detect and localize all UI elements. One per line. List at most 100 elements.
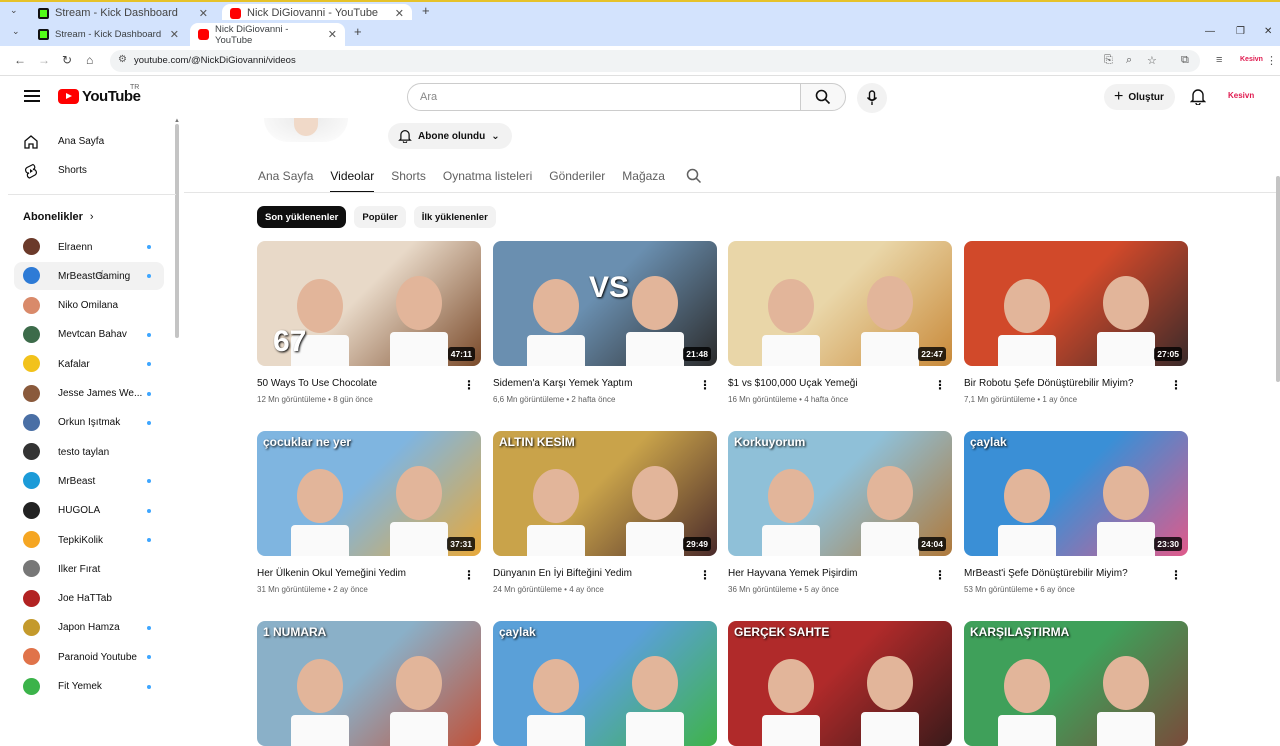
more-options-icon[interactable]: ⋮ [463, 379, 475, 391]
back-icon[interactable]: ← [14, 53, 26, 67]
video-thumbnail[interactable]: 1 NUMARA [257, 621, 481, 746]
notifications-bell-icon[interactable] [1190, 88, 1206, 105]
close-icon[interactable]: ✕ [199, 7, 208, 20]
page-scrollbar[interactable] [1276, 176, 1280, 382]
tab-posts[interactable]: Gönderiler [549, 168, 605, 193]
more-options-icon[interactable]: ⋮ [1170, 569, 1182, 581]
install-icon[interactable]: ⎘ [1104, 54, 1113, 67]
chip-latest[interactable]: Son yüklenenler [257, 206, 346, 228]
sidebar-subscription[interactable]: Fit Yemek [14, 673, 164, 701]
more-options-icon[interactable]: ⋮ [699, 379, 711, 391]
tab-playlists[interactable]: Oynatma listeleri [443, 168, 532, 193]
create-button[interactable]: + Oluştur [1104, 84, 1175, 110]
profile-avatar[interactable]: Kesivn [1240, 56, 1263, 63]
video-title[interactable]: Dünyanın En İyi Bifteğini Yedim [493, 567, 693, 580]
minimize-icon[interactable]: — [1205, 26, 1215, 37]
video-card[interactable]: 1 NUMARA [257, 621, 481, 746]
account-avatar[interactable]: Kesivn [1228, 91, 1254, 100]
video-card[interactable]: KARŞILAŞTIRMA [964, 621, 1188, 746]
tab-store[interactable]: Mağaza [622, 168, 665, 193]
tab-kick-dashboard[interactable]: Stream - Kick Dashboard ✕ [30, 23, 187, 46]
close-icon[interactable]: ✕ [170, 28, 179, 41]
reading-list-icon[interactable]: ≡ [1216, 54, 1222, 66]
video-thumbnail[interactable]: çaylak23:30 [964, 431, 1188, 556]
sidebar-subscription[interactable]: Japon Hamza [14, 614, 164, 642]
new-tab-icon[interactable]: + [422, 3, 430, 18]
video-title[interactable]: MrBeast'i Şefe Dönüştürebilir Miyim? [964, 567, 1164, 580]
more-options-icon[interactable]: ⋮ [1170, 379, 1182, 391]
chip-popular[interactable]: Popüler [354, 206, 405, 228]
video-thumbnail[interactable]: 22:47 [728, 241, 952, 366]
video-card[interactable]: 22:47$1 vs $100,000 Uçak Yemeği16 Mn gör… [728, 241, 952, 404]
extensions-icon[interactable]: ⧉ [1181, 54, 1189, 67]
more-options-icon[interactable]: ⋮ [699, 569, 711, 581]
subscribed-button[interactable]: Abone olundu ⌄ [388, 123, 512, 149]
channel-avatar[interactable] [264, 118, 348, 142]
video-title[interactable]: Her Hayvana Yemek Pişirdim [728, 567, 928, 580]
video-card[interactable]: çaylak23:30 MrBeast'i Şefe Dönüştürebilir… [964, 431, 1188, 594]
site-info-icon[interactable]: ⚙ [118, 54, 127, 65]
chip-oldest[interactable]: İlk yüklenenler [414, 206, 496, 228]
sidebar-subscription[interactable]: Elraenn [14, 233, 164, 261]
sidebar-subscription[interactable]: HUGOLA [14, 497, 164, 525]
video-thumbnail[interactable]: GERÇEK SAHTE [728, 621, 952, 746]
sidebar-subscription[interactable]: Mevtcan Bahav [14, 321, 164, 349]
tab-search-icon[interactable]: ⌄ [12, 26, 20, 37]
video-card[interactable]: 27:05 Bir Robotu Şefe Dönüştürebilir Miyi… [964, 241, 1188, 404]
tab-home[interactable]: Ana Sayfa [258, 168, 313, 193]
reload-icon[interactable]: ↻ [62, 53, 72, 67]
search-input[interactable]: Ara [407, 83, 801, 111]
sidebar-subscription[interactable]: MrBeast [14, 467, 164, 495]
sidebar-subscription[interactable]: Kafalar [14, 350, 164, 378]
window-close-icon[interactable]: ✕ [1264, 26, 1272, 37]
video-card[interactable]: VS21:48Sidemen'a Karşı Yemek Yaptım6,6 M… [493, 241, 717, 404]
sidebar-subscription[interactable]: TepkiKolik [14, 526, 164, 554]
home-icon[interactable]: ⌂ [86, 53, 93, 67]
search-button[interactable] [800, 83, 846, 111]
close-icon[interactable]: ✕ [328, 28, 337, 41]
sidebar-subscription[interactable]: Orkun Işıtmak [14, 409, 164, 437]
sidebar-item-home[interactable]: Ana Sayfa [14, 127, 164, 155]
restore-icon[interactable]: ❐ [1236, 26, 1245, 37]
youtube-logo[interactable]: YouTube TR [58, 88, 140, 105]
video-thumbnail[interactable]: çocuklar ne yer37:31 [257, 431, 481, 556]
more-options-icon[interactable]: ⋮ [934, 569, 946, 581]
new-tab-icon[interactable]: + [354, 24, 362, 39]
forward-icon[interactable]: → [38, 53, 50, 67]
video-card[interactable]: GERÇEK SAHTE [728, 621, 952, 746]
tab-search-icon[interactable]: ⌄ [10, 5, 18, 16]
video-thumbnail[interactable]: ALTIN KESİM29:49 [493, 431, 717, 556]
sidebar-subscription[interactable]: testo taylan [14, 438, 164, 466]
tab-youtube[interactable]: Nick DiGiovanni - YouTube ✕ [190, 23, 345, 46]
video-title[interactable]: Her Ülkenin Okul Yemeğini Yedim [257, 567, 457, 580]
tab-videos[interactable]: Videolar [330, 168, 374, 193]
video-thumbnail[interactable]: 6747:11 [257, 241, 481, 366]
video-title[interactable]: Bir Robotu Şefe Dönüştürebilir Miyim? [964, 377, 1164, 390]
more-options-icon[interactable]: ⋮ [934, 379, 946, 391]
sidebar-subscription[interactable]: İlker Fırat [14, 555, 164, 583]
bookmark-star-icon[interactable]: ☆ [1147, 54, 1157, 67]
video-thumbnail[interactable]: VS21:48 [493, 241, 717, 366]
url-bar[interactable]: ⚙ youtube.com/@NickDiGiovanni/videos [110, 50, 1200, 72]
video-thumbnail[interactable]: çaylak [493, 621, 717, 746]
sidebar-subscription[interactable]: Jesse James We... [14, 380, 164, 408]
tab-shorts[interactable]: Shorts [391, 168, 426, 193]
video-title[interactable]: Sidemen'a Karşı Yemek Yaptım [493, 377, 693, 390]
sidebar-subscription[interactable]: Niko Omilana [14, 292, 164, 320]
video-thumbnail[interactable]: 27:05 [964, 241, 1188, 366]
video-card[interactable]: 6747:1150 Ways To Use Chocolate12 Mn gör… [257, 241, 481, 404]
sidebar-subscription[interactable]: Joe HaTTab [14, 585, 164, 613]
video-thumbnail[interactable]: Korkuyorum24:04 [728, 431, 952, 556]
video-title[interactable]: $1 vs $100,000 Uçak Yemeği [728, 377, 928, 390]
browser-menu-icon[interactable]: ⋮ [1266, 54, 1277, 67]
channel-search-icon[interactable] [686, 168, 702, 184]
subscriptions-heading[interactable]: Abonelikler› [23, 211, 94, 223]
sidebar-item-shorts[interactable]: Shorts [14, 156, 164, 184]
more-options-icon[interactable]: ⋮ [463, 569, 475, 581]
video-card[interactable]: ALTIN KESİM29:49 Dünyanın En İyi Bifteğin… [493, 431, 717, 594]
video-card[interactable]: çocuklar ne yer37:31 Her Ülkenin Okul Yem… [257, 431, 481, 594]
voice-search-button[interactable] [857, 83, 887, 113]
zoom-icon[interactable]: ⌕ [1126, 54, 1132, 67]
video-thumbnail[interactable]: KARŞILAŞTIRMA [964, 621, 1188, 746]
sidebar-subscription[interactable]: MrBeastGaming [14, 262, 164, 290]
